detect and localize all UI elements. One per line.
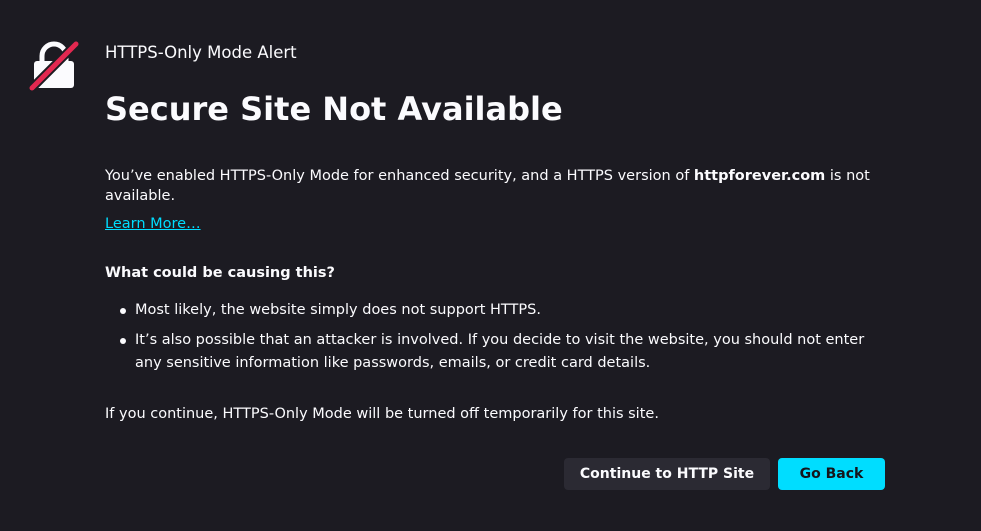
broken-lock-icon <box>28 40 80 92</box>
causes-heading: What could be causing this? <box>105 265 335 281</box>
list-item-text: Most likely, the website simply does not… <box>135 302 541 318</box>
list-item: It’s also possible that an attacker is i… <box>105 329 875 375</box>
alert-eyebrow: HTTPS-Only Mode Alert <box>105 43 297 62</box>
learn-more-link[interactable]: Learn More… <box>105 214 201 234</box>
continue-to-http-button[interactable]: Continue to HTTP Site <box>564 458 770 490</box>
site-name: httpforever.com <box>693 168 826 184</box>
continue-note: If you continue, HTTPS-Only Mode will be… <box>105 406 659 422</box>
list-item: Most likely, the website simply does not… <box>105 299 875 322</box>
intro-text: You’ve enabled HTTPS-Only Mode for enhan… <box>105 166 875 206</box>
causes-list: Most likely, the website simply does not… <box>105 299 875 382</box>
intro-prefix: You’ve enabled HTTPS-Only Mode for enhan… <box>105 168 694 184</box>
list-item-text: It’s also possible that an attacker is i… <box>135 332 865 371</box>
go-back-button[interactable]: Go Back <box>778 458 885 490</box>
bullet-icon <box>120 338 126 344</box>
page-title: Secure Site Not Available <box>105 90 563 128</box>
bullet-icon <box>120 308 126 314</box>
